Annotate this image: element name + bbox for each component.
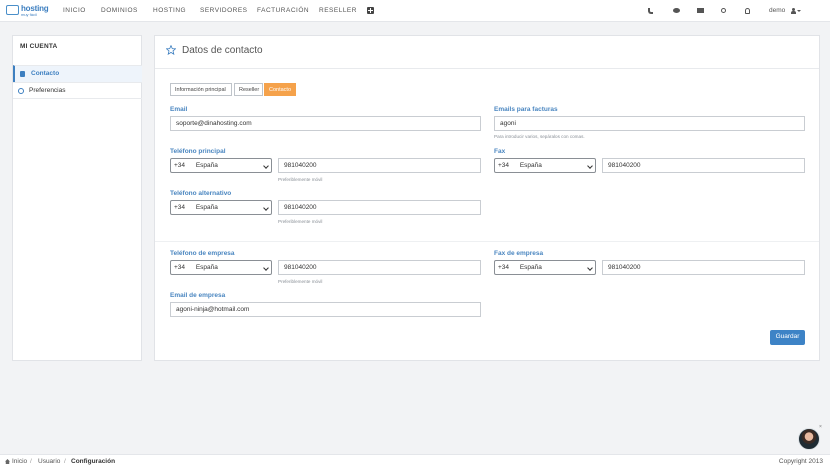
country-prefix: +34 [498,162,510,169]
telefono-empresa-label: Teléfono de empresa [170,250,235,257]
telefono-principal-help: Preferiblemente móvil [278,177,323,182]
logo[interactable]: hosting muy fácil [6,4,49,18]
tab-reseller[interactable]: Reseller [234,83,263,96]
top-nav: hosting muy fácil INICIO DOMINIOS HOSTIN… [0,0,830,22]
country-prefix: +34 [174,162,186,169]
country-name: España [195,162,218,169]
tab-contacto[interactable]: Contacto [264,83,296,96]
user-menu[interactable]: demo [769,7,785,14]
fax-field[interactable]: 981040200 [602,158,805,173]
sidebar-item-label: Contacto [31,70,60,77]
user-icon[interactable] [791,8,796,14]
nav-inicio[interactable]: INICIO [63,7,86,14]
telefono-empresa-help: Preferiblemente móvil [278,279,323,284]
gear-icon [18,88,24,94]
section-divider [155,241,819,242]
home-icon[interactable] [5,459,10,464]
emails-facturas-field[interactable]: agoni [494,116,805,131]
telefono-alternativo-country-select[interactable]: +34 España [170,200,272,215]
chat-icon[interactable] [673,8,680,13]
tab-informacion-principal[interactable]: Información principal [170,83,232,96]
chevron-down-icon [263,265,269,271]
telefono-principal-field[interactable]: 981040200 [278,158,481,173]
nav-reseller[interactable]: RESELLER [319,7,357,14]
telefono-empresa-field[interactable]: 981040200 [278,260,481,275]
email-field[interactable]: soporte@dinahosting.com [170,116,481,131]
country-name: España [519,162,542,169]
panel-header: Datos de contacto [155,36,819,69]
fax-empresa-country-select[interactable]: +34 España [494,260,596,275]
breadcrumb-configuracion: Configuración [71,458,116,465]
mail-icon[interactable] [697,8,704,13]
sidebar: MI CUENTA Contacto Preferencias [12,35,142,361]
footer: Inicio / Usuario / Configuración Copyrig… [0,454,830,468]
email-empresa-label: Email de empresa [170,292,226,299]
star-icon[interactable] [166,45,176,55]
plus-icon[interactable] [367,7,374,14]
telefono-empresa-country-select[interactable]: +34 España [170,260,272,275]
emails-facturas-label: Emails para facturas [494,106,558,113]
country-name: España [195,204,218,211]
nav-hosting[interactable]: HOSTING [153,7,186,14]
chevron-down-icon [263,163,269,169]
breadcrumb-usuario[interactable]: Usuario [38,458,60,465]
chevron-down-icon [587,163,593,169]
logo-icon [6,5,19,15]
chevron-down-icon[interactable] [797,10,801,12]
telefono-principal-label: Teléfono principal [170,148,226,155]
sidebar-item-contacto[interactable]: Contacto [13,65,142,82]
fax-empresa-label: Fax de empresa [494,250,544,257]
fax-label: Fax [494,148,506,155]
phone-icon[interactable] [648,8,653,14]
support-chat-avatar[interactable] [798,428,820,450]
emails-facturas-help: Para introducir varios, sepáralos con co… [494,134,585,139]
country-prefix: +34 [498,264,510,271]
country-name: España [519,264,542,271]
logo-subtext: muy fácil [21,12,37,17]
breadcrumb-separator: / [64,458,66,465]
fax-country-select[interactable]: +34 España [494,158,596,173]
copyright-text: Copyright 2013 [778,458,823,465]
nav-facturacion[interactable]: FACTURACIÓN [257,7,309,14]
address-card-icon [20,71,25,77]
email-label: Email [170,106,188,113]
contact-panel: Datos de contacto Información principal … [154,35,820,361]
telefono-alternativo-label: Teléfono alternativo [170,190,232,197]
sidebar-item-preferencias[interactable]: Preferencias [13,82,142,99]
country-prefix: +34 [174,264,186,271]
sidebar-title: MI CUENTA [20,43,58,50]
chevron-down-icon [587,265,593,271]
fax-empresa-field[interactable]: 981040200 [602,260,805,275]
breadcrumb-inicio[interactable]: Inicio [12,458,27,465]
telefono-alternativo-help: Preferiblemente móvil [278,219,323,224]
telefono-principal-country-select[interactable]: +34 España [170,158,272,173]
email-empresa-field[interactable]: agoni-ninja@hotmail.com [170,302,481,317]
country-prefix: +34 [174,204,186,211]
bell-icon[interactable] [745,8,750,14]
chevron-down-icon [263,205,269,211]
save-button[interactable]: Guardar [770,330,805,345]
close-icon[interactable]: × [819,424,822,430]
page-title: Datos de contacto [182,45,263,56]
country-name: España [195,264,218,271]
breadcrumb-separator: / [30,458,32,465]
nav-dominios[interactable]: DOMINIOS [101,7,138,14]
telefono-alternativo-field[interactable]: 981040200 [278,200,481,215]
nav-servidores[interactable]: SERVIDORES [200,7,248,14]
search-icon[interactable] [721,8,726,13]
sidebar-item-label: Preferencias [29,87,66,94]
